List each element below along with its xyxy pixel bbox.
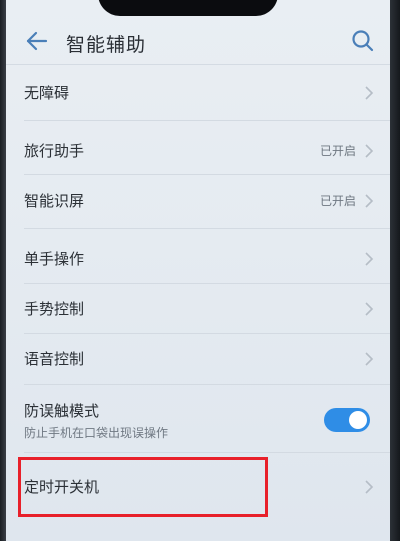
phone-frame-right <box>390 0 400 541</box>
settings-item-description: 防止手机在口袋出现误操作 <box>24 426 169 440</box>
highlight-annotation-box <box>18 457 268 517</box>
settings-item-label: 旅行助手 <box>24 142 85 160</box>
settings-item-voice-control[interactable]: 语音控制 <box>6 336 390 382</box>
chevron-right-icon <box>365 480 374 494</box>
row-divider <box>24 174 390 175</box>
phone-screen: 智能辅助 无障碍 旅行助手 已开启 智能识屏 已开启 单手操作 手势控制 语音控… <box>0 0 400 541</box>
status-text: 已开启 <box>319 194 356 208</box>
chevron-right-icon <box>365 302 374 316</box>
settings-item-label: 单手操作 <box>24 250 85 268</box>
chevron-right-icon <box>365 352 374 366</box>
header-divider <box>6 64 390 65</box>
settings-item-label: 手势控制 <box>24 300 85 318</box>
settings-item-pocket-mode: 防误触模式 防止手机在口袋出现误操作 <box>6 390 390 448</box>
search-icon[interactable] <box>350 28 376 54</box>
section-divider <box>24 452 390 453</box>
camera-notch <box>98 0 278 16</box>
chevron-right-icon <box>365 194 374 208</box>
chevron-right-icon <box>365 144 374 158</box>
settings-item-smart-screen-recognition[interactable]: 智能识屏 已开启 <box>6 178 390 224</box>
back-arrow-icon[interactable] <box>24 28 50 54</box>
settings-item-label: 防误触模式 <box>24 402 100 420</box>
chevron-right-icon <box>365 252 374 266</box>
settings-item-accessibility[interactable]: 无障碍 <box>6 70 390 116</box>
row-divider <box>24 333 390 334</box>
toggle-knob <box>349 411 367 429</box>
settings-item-one-hand-mode[interactable]: 单手操作 <box>6 236 390 282</box>
section-divider <box>24 120 390 121</box>
settings-item-label: 智能识屏 <box>24 192 85 210</box>
phone-frame-left <box>0 0 6 541</box>
settings-item-label: 无障碍 <box>24 84 70 102</box>
app-header: 智能辅助 <box>6 18 390 64</box>
status-text: 已开启 <box>319 144 356 158</box>
chevron-right-icon <box>365 86 374 100</box>
section-divider <box>24 228 390 229</box>
row-divider <box>24 384 390 385</box>
settings-item-label: 语音控制 <box>24 350 85 368</box>
row-divider <box>24 283 390 284</box>
page-title: 智能辅助 <box>66 34 147 56</box>
pocket-mode-toggle[interactable] <box>324 408 370 432</box>
settings-item-travel-assistant[interactable]: 旅行助手 已开启 <box>6 128 390 174</box>
settings-item-gesture-control[interactable]: 手势控制 <box>6 286 390 332</box>
